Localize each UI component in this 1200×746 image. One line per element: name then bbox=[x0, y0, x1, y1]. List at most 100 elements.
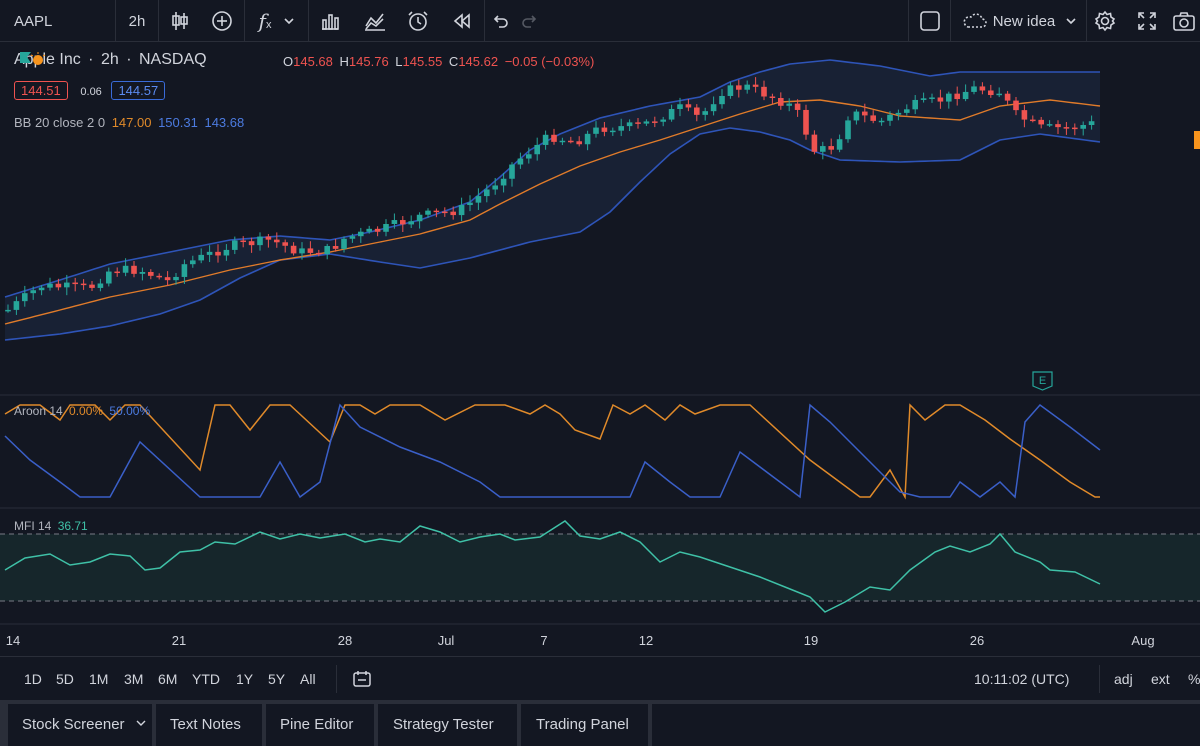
candle-body bbox=[954, 93, 960, 100]
function-icon: f bbox=[258, 9, 266, 33]
tab-stock-screener[interactable]: Stock Screener bbox=[22, 704, 147, 746]
bollinger-band-fill bbox=[5, 60, 1100, 340]
tab-trading-panel[interactable]: Trading Panel bbox=[536, 704, 629, 746]
redo-button[interactable] bbox=[516, 0, 544, 42]
range-button-5y[interactable]: 5Y bbox=[268, 657, 285, 701]
candle-body bbox=[593, 127, 599, 134]
earnings-marker[interactable]: E bbox=[1032, 371, 1053, 391]
templates-button[interactable] bbox=[355, 0, 395, 42]
layout-button[interactable] bbox=[912, 0, 948, 42]
candle-body bbox=[534, 144, 540, 155]
compare-button[interactable] bbox=[310, 0, 350, 42]
cloud-icon bbox=[963, 13, 987, 28]
candle-body bbox=[408, 221, 414, 225]
candle-body bbox=[89, 284, 95, 288]
range-button-1y[interactable]: 1Y bbox=[236, 657, 253, 701]
candles-button[interactable] bbox=[160, 0, 200, 42]
candle-body bbox=[988, 90, 994, 96]
tab-strategy-tester[interactable]: Strategy Tester bbox=[393, 704, 494, 746]
indicators-button[interactable]: f x bbox=[248, 0, 306, 42]
time-axis[interactable]: 14 21 28 Jul 7 12 19 26 Aug bbox=[6, 633, 1155, 648]
tab-pine-editor[interactable]: Pine Editor bbox=[280, 704, 353, 746]
candle-body bbox=[584, 133, 591, 145]
clock[interactable]: 10:11:02 (UTC) bbox=[974, 657, 1069, 701]
candle-body bbox=[920, 98, 927, 100]
undo-button[interactable] bbox=[486, 0, 514, 42]
candle-body bbox=[433, 210, 440, 213]
indicators-add-button[interactable] bbox=[202, 0, 242, 42]
ask-price[interactable]: 144.57 bbox=[111, 81, 166, 100]
range-button-5d[interactable]: 5D bbox=[56, 657, 74, 701]
range-button-1m[interactable]: 1M bbox=[89, 657, 108, 701]
separator bbox=[374, 704, 378, 746]
candle-body bbox=[929, 97, 935, 99]
new-idea-button[interactable]: New idea bbox=[954, 0, 1084, 42]
mfi-legend[interactable]: MFI 14 36.71 bbox=[14, 519, 91, 533]
rewind-icon bbox=[453, 13, 470, 29]
open-value: 145.68 bbox=[293, 54, 333, 69]
candle-body bbox=[576, 141, 582, 145]
candle-body bbox=[30, 290, 36, 294]
bid-price[interactable]: 144.51 bbox=[14, 81, 68, 100]
extended-hours-toggle[interactable]: ext bbox=[1151, 657, 1170, 701]
price-chart[interactable]: E 14 21 28 Jul 7 12 19 26 Aug bbox=[0, 42, 1200, 656]
goto-date-button[interactable] bbox=[352, 657, 378, 701]
separator bbox=[244, 0, 245, 42]
range-button-1d[interactable]: 1D bbox=[24, 657, 42, 701]
range-button-ytd[interactable]: YTD bbox=[192, 657, 220, 701]
symbol-legend[interactable]: Apple Inc · 2h · NASDAQ bbox=[14, 51, 210, 69]
interval-button[interactable]: 2h bbox=[116, 0, 158, 42]
candle-body bbox=[240, 240, 246, 243]
candle-body bbox=[299, 248, 305, 254]
high-value: 145.76 bbox=[348, 54, 389, 69]
candle-body bbox=[660, 119, 666, 122]
range-button-all[interactable]: All bbox=[300, 657, 316, 701]
bb-legend[interactable]: BB 20 close 2 0 147.00 150.31 143.68 bbox=[14, 115, 247, 130]
candle-body bbox=[484, 189, 490, 197]
range-button-3m[interactable]: 3M bbox=[124, 657, 143, 701]
replay-button[interactable] bbox=[442, 0, 482, 42]
candle-body bbox=[156, 275, 162, 278]
candle-body bbox=[727, 85, 734, 96]
settings-button[interactable] bbox=[1088, 0, 1122, 42]
time-axis-label: 14 bbox=[6, 633, 20, 648]
chart-area[interactable]: E 14 21 28 Jul 7 12 19 26 Aug Apple Inc · 2h · N… bbox=[0, 42, 1200, 656]
candle-body bbox=[685, 104, 692, 108]
adjust-toggle[interactable]: adj bbox=[1114, 657, 1133, 701]
candle-body bbox=[1013, 100, 1019, 111]
aroon-legend[interactable]: Aroon 14 0.00% 50.00% bbox=[14, 404, 153, 418]
candle-body bbox=[752, 84, 759, 87]
candle-body bbox=[702, 111, 708, 115]
snapshot-button[interactable] bbox=[1172, 0, 1200, 42]
candle-body bbox=[366, 228, 372, 232]
legend-dot: · bbox=[126, 51, 132, 68]
candle-body bbox=[820, 146, 826, 152]
candle-body bbox=[862, 111, 868, 116]
alert-button[interactable] bbox=[398, 0, 438, 42]
candle-body bbox=[1030, 119, 1036, 122]
open-label: O bbox=[283, 54, 294, 69]
aroon-label: Aroon 14 bbox=[14, 404, 63, 418]
symbol-search[interactable]: AAPL bbox=[0, 0, 115, 42]
candle-body bbox=[895, 112, 902, 115]
percent-toggle[interactable]: % bbox=[1188, 657, 1200, 701]
candle-body bbox=[139, 271, 146, 274]
separator bbox=[484, 0, 485, 42]
candle-body bbox=[971, 86, 977, 92]
candle-body bbox=[55, 283, 62, 288]
aroon-down-line bbox=[4, 403, 1101, 499]
candle-body bbox=[257, 236, 263, 246]
candle-body bbox=[206, 251, 213, 255]
range-button-6m[interactable]: 6M bbox=[158, 657, 177, 701]
gear-icon bbox=[1094, 10, 1116, 32]
candle-body bbox=[374, 228, 381, 232]
candle-body bbox=[1080, 125, 1086, 129]
candle-body bbox=[181, 264, 188, 277]
fullscreen-button[interactable] bbox=[1130, 0, 1164, 42]
candle-body bbox=[164, 277, 171, 281]
candle-body bbox=[1055, 124, 1061, 128]
candle-body bbox=[341, 238, 347, 249]
tab-text-notes[interactable]: Text Notes bbox=[170, 704, 241, 746]
market-status-icon[interactable] bbox=[28, 51, 48, 65]
candle-body bbox=[803, 109, 809, 135]
